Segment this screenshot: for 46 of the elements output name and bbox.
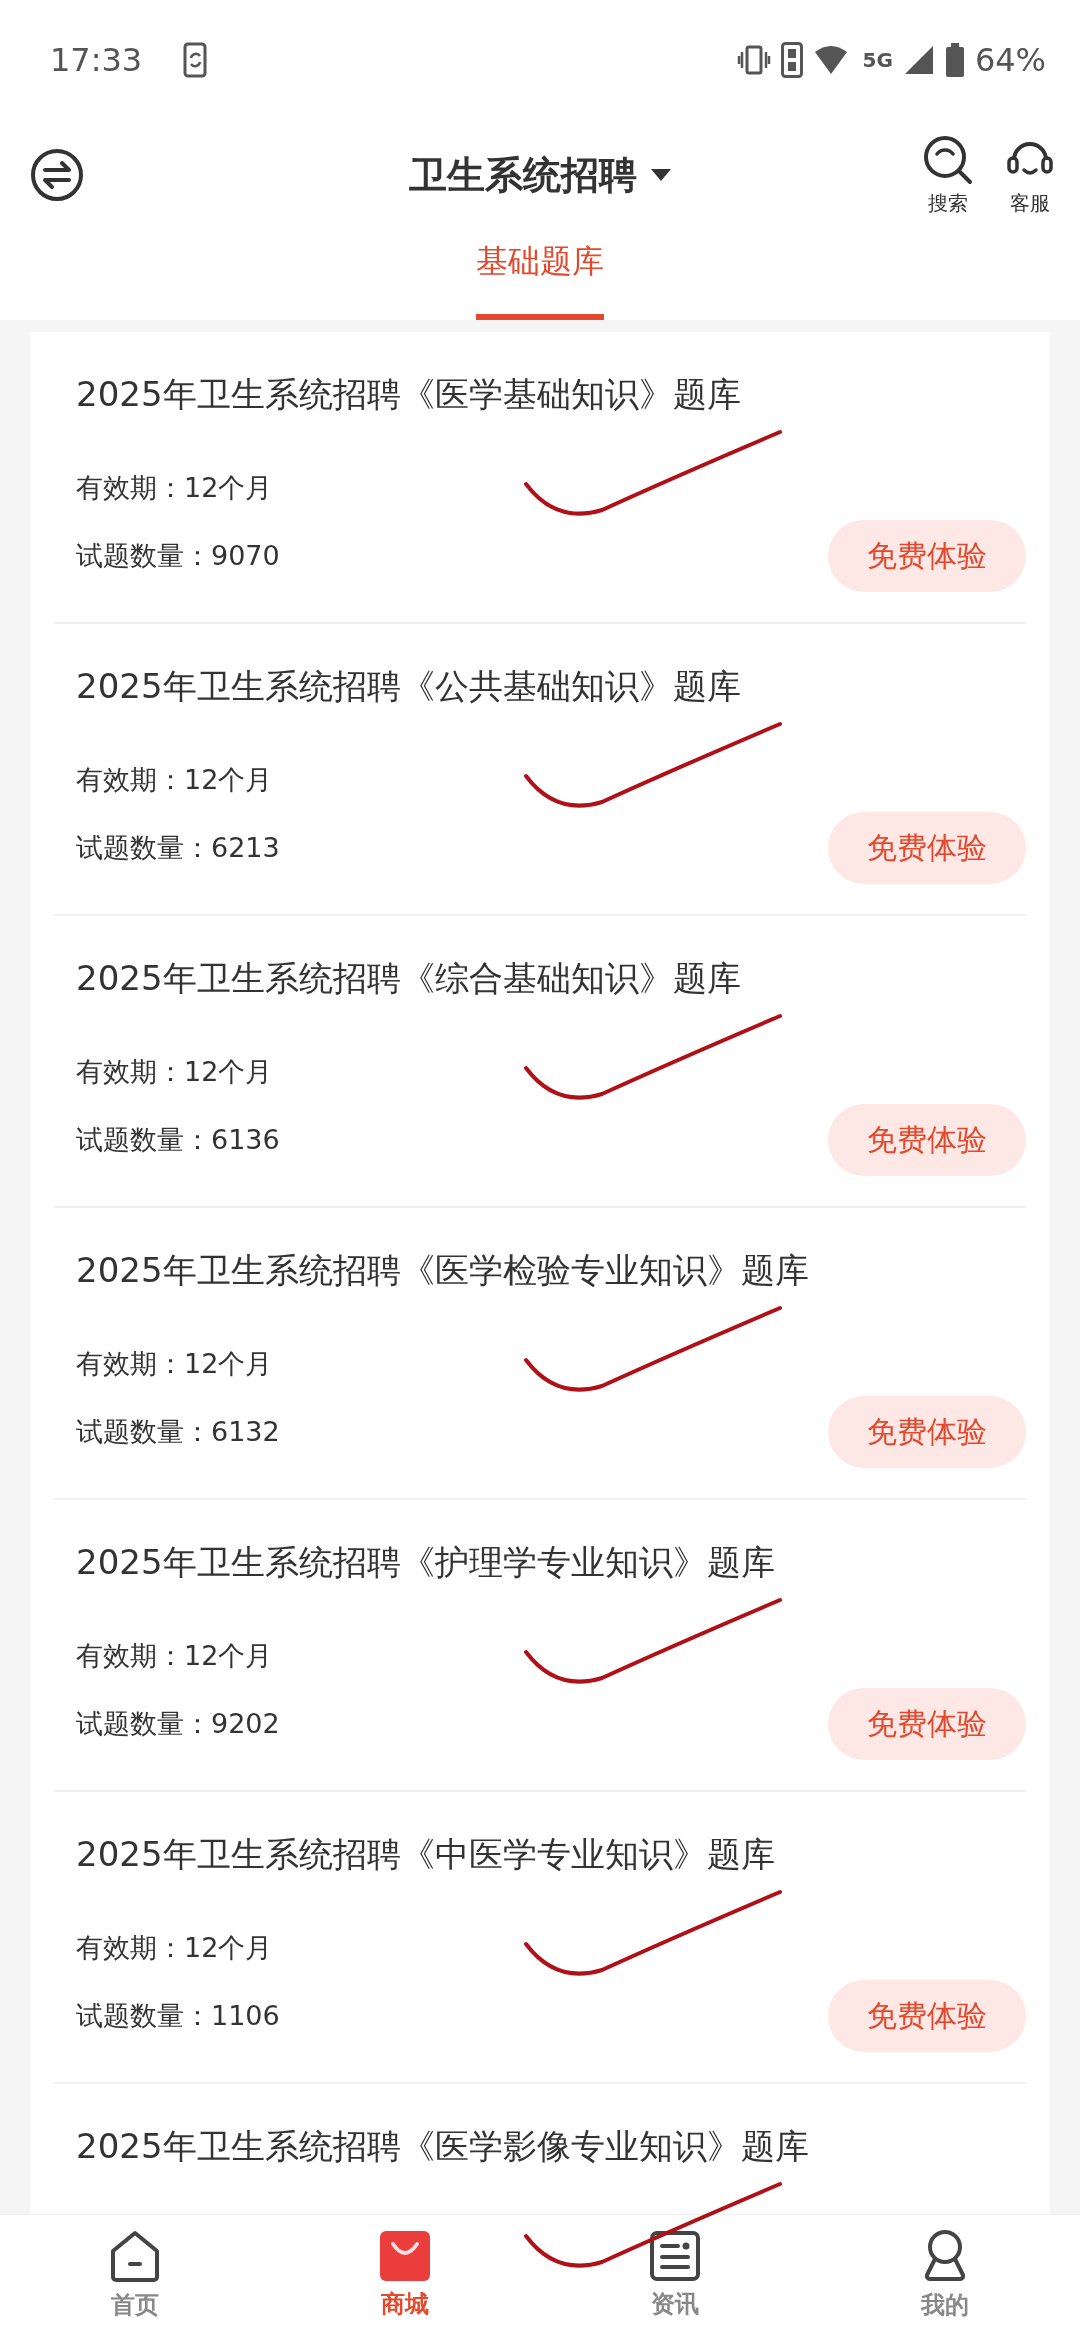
battery-icon [944, 43, 965, 77]
bank-title[interactable]: 2025年卫生系统招聘《公共基础知识》题库 [76, 658, 1026, 714]
question-count: 试题数量：6213 [76, 831, 280, 865]
validity-text: 有效期：12个月 [76, 1347, 274, 1381]
free-trial-button[interactable]: 免费体验 [828, 1396, 1026, 1468]
free-trial-button[interactable]: 免费体验 [828, 812, 1026, 884]
vibrate-icon [736, 44, 771, 76]
free-trial-button[interactable]: 免费体验 [828, 1104, 1026, 1176]
validity-text: 有效期：12个月 [76, 471, 274, 505]
bank-title[interactable]: 2025年卫生系统招聘《医学检验专业知识》题库 [76, 1242, 1026, 1298]
free-trial-button[interactable]: 免费体验 [828, 520, 1026, 592]
home-icon [109, 2229, 161, 2283]
question-count: 试题数量：9070 [76, 539, 280, 573]
question-count: 试题数量：6136 [76, 1123, 280, 1157]
tab[interactable]: 基础题库 [476, 230, 604, 320]
bank-title[interactable]: 2025年卫生系统招聘《医学基础知识》题库 [76, 366, 1026, 422]
validity-text: 有效期：12个月 [76, 1055, 274, 1089]
search-button[interactable]: 搜索 [922, 133, 974, 217]
caret-icon [651, 169, 671, 181]
nav-tab[interactable]: 我的 [810, 2215, 1080, 2335]
bank-title[interactable]: 2025年卫生系统招聘《护理学专业知识》题库 [76, 1534, 1026, 1590]
nav-tab[interactable]: 首页 [0, 2215, 270, 2335]
bank-title[interactable]: 2025年卫生系统招聘《医学影像专业知识》题库 [76, 2118, 1026, 2174]
profile-icon [923, 2229, 967, 2283]
support-button[interactable]: 客服 [1004, 133, 1056, 217]
question-count: 试题数量：9202 [76, 1707, 280, 1741]
shopping-bag-icon [379, 2230, 431, 2282]
free-trial-button[interactable]: 免费体验 [828, 1980, 1026, 2052]
question-count: 试题数量：1106 [76, 1999, 280, 2033]
battery-percent: 64% [974, 41, 1046, 79]
status-time: 17:33 [50, 41, 143, 79]
nav-tab[interactable]: 商城 [270, 2215, 540, 2335]
bank-title[interactable]: 2025年卫生系统招聘《中医学专业知识》题库 [76, 1826, 1026, 1882]
hd-icon [780, 42, 803, 78]
validity-text: 有效期：12个月 [76, 1639, 274, 1673]
search-icon [922, 133, 974, 186]
switch-icon[interactable] [30, 148, 84, 202]
validity-text: 有效期：12个月 [76, 763, 274, 797]
news-icon [649, 2230, 701, 2282]
network-type: 5G [862, 48, 893, 72]
question-count: 试题数量：6132 [76, 1415, 280, 1449]
free-trial-button[interactable]: 免费体验 [828, 1688, 1026, 1760]
validity-text: 有效期：12个月 [76, 1931, 274, 1965]
category-dropdown[interactable]: 卫生系统招聘 [409, 149, 671, 201]
nav-tab[interactable]: 资讯 [540, 2215, 810, 2335]
bank-title[interactable]: 2025年卫生系统招聘《综合基础知识》题库 [76, 950, 1026, 1006]
